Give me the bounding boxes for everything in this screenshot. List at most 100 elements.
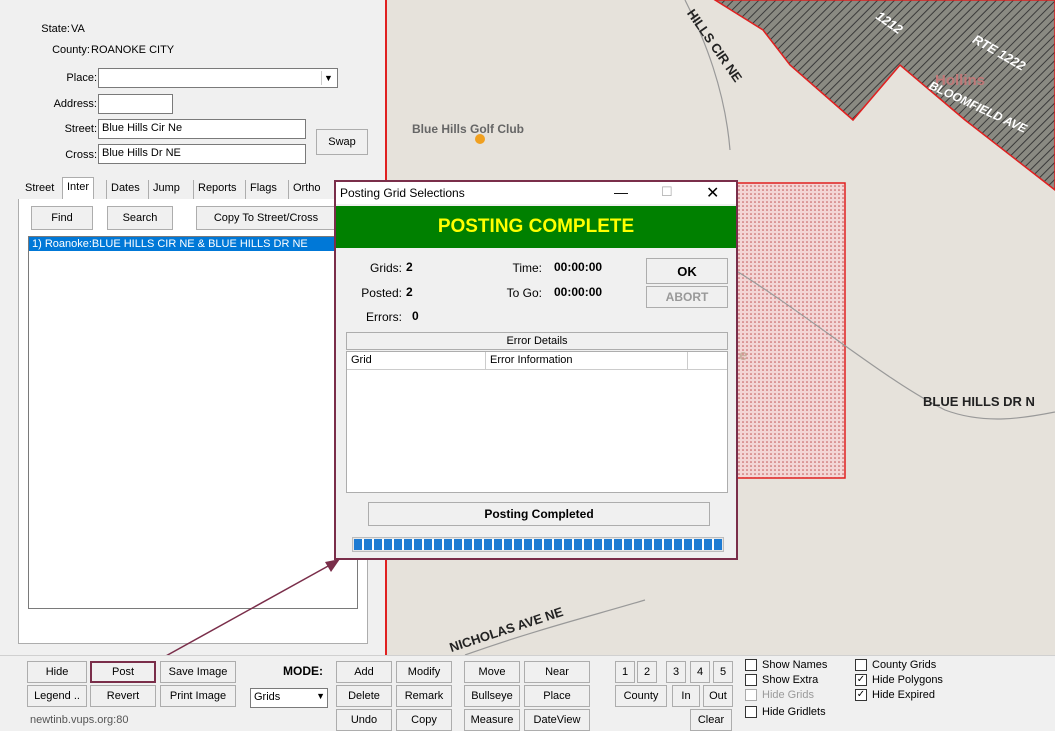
dialog-titlebar: Posting Grid Selections — ☐ ✕ — [336, 182, 736, 204]
hide-grids-label: Hide Grids — [762, 689, 814, 701]
show-names-checkbox[interactable]: Show Names — [745, 659, 827, 671]
near-button[interactable]: Near — [524, 661, 590, 683]
hide-expired-checkbox[interactable]: ✓ Hide Expired — [855, 689, 935, 701]
street-input[interactable]: Blue Hills Cir Ne — [98, 119, 306, 139]
address-label: Address: — [53, 98, 97, 110]
find-button[interactable]: Find — [31, 206, 93, 230]
togo-value: 00:00:00 — [554, 285, 603, 299]
undo-button[interactable]: Undo — [336, 709, 392, 731]
county-label: County: — [52, 44, 90, 56]
bullseye-button[interactable]: Bullseye — [464, 685, 520, 707]
zoom-2-button[interactable]: 2 — [637, 661, 657, 683]
tab-flags[interactable]: Flags — [245, 180, 281, 199]
show-extra-label: Show Extra — [762, 674, 819, 686]
place-button[interactable]: Place — [524, 685, 590, 707]
zoom-out-button[interactable]: Out — [703, 685, 733, 707]
close-icon[interactable]: ✕ — [706, 183, 719, 203]
map-label-blue-hills-dr: BLUE HILLS DR N — [923, 394, 1035, 409]
grids-label: Grids: — [369, 261, 402, 275]
hide-grids-checkbox: Hide Grids — [745, 689, 814, 701]
error-table-header: Grid Error Information — [347, 352, 727, 370]
hide-expired-label: Hide Expired — [872, 689, 935, 701]
status-banner: POSTING COMPLETE — [336, 206, 736, 248]
ok-button[interactable]: OK — [646, 258, 728, 284]
cross-input[interactable]: Blue Hills Dr NE — [98, 144, 306, 164]
col-error-header[interactable]: Error Information — [490, 354, 573, 366]
mode-select-value: Grids — [254, 691, 281, 703]
tab-reports[interactable]: Reports — [193, 180, 241, 199]
county-value: ROANOKE CITY — [91, 44, 175, 56]
legend-button[interactable]: Legend .. — [27, 685, 87, 707]
modify-button[interactable]: Modify — [396, 661, 452, 683]
move-button[interactable]: Move — [464, 661, 520, 683]
status-bar: Posting Completed — [368, 502, 710, 526]
hide-polygons-checkbox[interactable]: ✓ Hide Polygons — [855, 674, 943, 686]
posting-dialog: Posting Grid Selections — ☐ ✕ POSTING CO… — [334, 180, 738, 560]
togo-label: To Go: — [506, 286, 542, 300]
copy-button[interactable]: Copy — [396, 709, 452, 731]
minimize-icon[interactable]: — — [614, 184, 628, 200]
tab-dates[interactable]: Dates — [106, 180, 144, 199]
chevron-down-icon: ▼ — [316, 691, 325, 701]
check-icon: ✓ — [855, 689, 867, 701]
swap-button[interactable]: Swap — [316, 129, 368, 155]
revert-button[interactable]: Revert — [90, 685, 156, 707]
errors-value: 0 — [412, 309, 419, 323]
mode-label: MODE: — [283, 664, 323, 678]
county-grids-checkbox[interactable]: County Grids — [855, 659, 936, 671]
map-label-golf: Blue Hills Golf Club — [412, 122, 525, 136]
time-label: Time: — [512, 261, 542, 275]
hide-gridlets-box — [745, 706, 757, 718]
progress-bar — [352, 537, 724, 552]
add-button[interactable]: Add — [336, 661, 392, 683]
measure-button[interactable]: Measure — [464, 709, 520, 731]
col-grid-header[interactable]: Grid — [351, 354, 372, 366]
print-image-button[interactable]: Print Image — [160, 685, 236, 707]
delete-button[interactable]: Delete — [336, 685, 392, 707]
county-button[interactable]: County — [615, 685, 667, 707]
save-image-button[interactable]: Save Image — [160, 661, 236, 683]
show-names-label: Show Names — [762, 659, 828, 671]
maximize-icon: ☐ — [661, 184, 673, 199]
left-panel: State: VA County: ROANOKE CITY Place: ▼ … — [0, 0, 385, 655]
clear-button[interactable]: Clear — [690, 709, 732, 731]
hide-gridlets-label: Hide Gridlets — [762, 706, 826, 718]
server-address: newtinb.vups.org:80 — [30, 714, 129, 726]
state-label: State: — [41, 23, 70, 35]
zoom-3-button[interactable]: 3 — [666, 661, 686, 683]
post-button[interactable]: Post — [90, 661, 156, 683]
remark-button[interactable]: Remark — [396, 685, 452, 707]
zoom-1-button[interactable]: 1 — [615, 661, 635, 683]
check-icon: ✓ — [855, 674, 867, 686]
col-divider — [687, 352, 688, 370]
copy-to-street-cross-button[interactable]: Copy To Street/Cross — [196, 206, 336, 230]
error-table[interactable]: Grid Error Information — [346, 351, 728, 493]
place-label: Place: — [66, 72, 97, 84]
hide-button[interactable]: Hide — [27, 661, 87, 683]
zoom-4-button[interactable]: 4 — [690, 661, 710, 683]
cross-label: Cross: — [65, 149, 97, 161]
zoom-in-button[interactable]: In — [672, 685, 700, 707]
tab-ortho[interactable]: Ortho — [288, 180, 325, 199]
hide-gridlets-checkbox[interactable]: Hide Gridlets — [745, 706, 826, 718]
posted-value: 2 — [406, 285, 413, 299]
zoom-5-button[interactable]: 5 — [713, 661, 733, 683]
mode-select[interactable]: Grids ▼ — [250, 688, 328, 708]
address-input[interactable] — [98, 94, 173, 114]
progress-fill — [354, 539, 722, 550]
map-label-partial: e — [739, 347, 748, 364]
dialog-title: Posting Grid Selections — [340, 186, 465, 200]
search-button[interactable]: Search — [107, 206, 173, 230]
grids-value: 2 — [406, 260, 413, 274]
place-select[interactable]: ▼ — [98, 68, 338, 88]
hide-grids-box — [745, 689, 757, 701]
dateview-button[interactable]: DateView — [524, 709, 590, 731]
tab-inter[interactable]: Inter — [62, 177, 95, 200]
tab-jump[interactable]: Jump — [148, 180, 184, 199]
tab-street[interactable]: Street — [25, 180, 54, 199]
time-value: 00:00:00 — [554, 260, 603, 274]
chevron-down-icon: ▼ — [321, 71, 335, 85]
show-extra-checkbox[interactable]: Show Extra — [745, 674, 818, 686]
results-list[interactable]: 1) Roanoke:BLUE HILLS CIR NE & BLUE HILL… — [28, 236, 358, 609]
list-item[interactable]: 1) Roanoke:BLUE HILLS CIR NE & BLUE HILL… — [29, 237, 334, 251]
